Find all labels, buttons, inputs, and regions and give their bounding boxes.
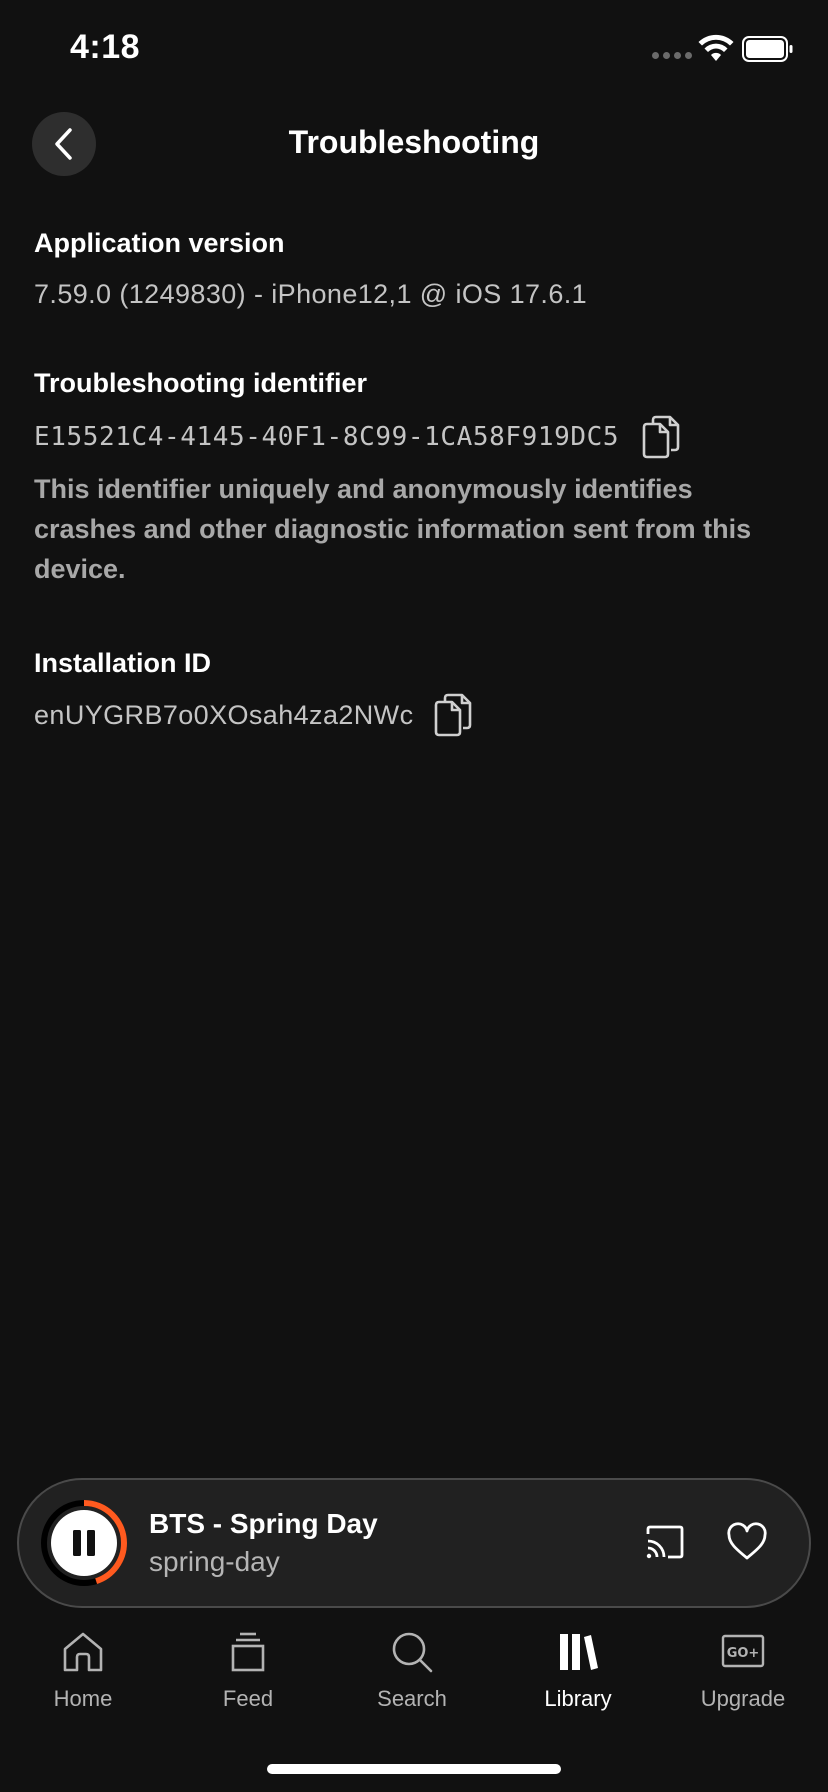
home-icon xyxy=(63,1632,103,1672)
installation-id-value: enUYGRB7o0XOsah4za2NWc xyxy=(34,699,414,730)
app-version-heading: Application version xyxy=(34,228,285,258)
pause-button[interactable] xyxy=(41,1500,127,1586)
tab-library[interactable]: Library xyxy=(508,1630,648,1712)
tab-label: Feed xyxy=(222,1686,274,1711)
troubleshooting-id-description: This identifier uniquely and anonymously… xyxy=(34,474,752,584)
mini-player[interactable]: BTS - Spring Day spring-day xyxy=(17,1478,811,1608)
installation-id-row: enUYGRB7o0XOsah4za2NWc xyxy=(34,693,794,737)
tab-upgrade[interactable]: GO+ Upgrade xyxy=(673,1630,813,1712)
app-version-section: Application version 7.59.0 (1249830) - i… xyxy=(34,228,794,310)
search-icon xyxy=(392,1632,433,1673)
copy-icon[interactable] xyxy=(431,693,473,737)
troubleshooting-id-section: Troubleshooting identifier E15521C4-4145… xyxy=(34,368,794,589)
troubleshooting-id-heading: Troubleshooting identifier xyxy=(34,368,367,398)
troubleshooting-id-row: E15521C4-4145-40F1-8C99-1CA58F919DC5 xyxy=(34,415,794,459)
tab-label: Home xyxy=(53,1686,113,1711)
troubleshooting-id-value: E15521C4-4145-40F1-8C99-1CA58F919DC5 xyxy=(34,422,620,452)
wifi-icon xyxy=(698,34,734,61)
copy-icon[interactable] xyxy=(639,415,681,459)
feed-icon xyxy=(231,1632,265,1672)
home-indicator xyxy=(267,1764,561,1774)
cast-icon[interactable] xyxy=(644,1524,686,1560)
battery-icon xyxy=(742,36,793,62)
upgrade-icon: GO+ xyxy=(721,1634,765,1668)
installation-id-heading: Installation ID xyxy=(34,648,212,678)
cellular-signal-icon xyxy=(652,52,692,59)
page-title: Troubleshooting xyxy=(288,124,540,160)
tab-label: Library xyxy=(544,1686,612,1711)
tab-search[interactable]: Search xyxy=(342,1630,482,1712)
status-time: 4:18 xyxy=(70,28,141,66)
library-icon xyxy=(560,1634,598,1670)
tab-home[interactable]: Home xyxy=(13,1630,153,1712)
tab-label: Upgrade xyxy=(700,1686,786,1711)
status-bar: 4:18 xyxy=(0,0,828,100)
app-version-value: 7.59.0 (1249830) - iPhone12,1 @ iOS 17.6… xyxy=(34,279,588,309)
track-subtitle: spring-day xyxy=(149,1546,280,1577)
tab-feed[interactable]: Feed xyxy=(178,1630,318,1712)
installation-id-section: Installation ID enUYGRB7o0XOsah4za2NWc xyxy=(34,648,794,737)
tab-label: Search xyxy=(377,1686,447,1711)
tab-bar: Home Feed Search Library GO+ Upgrade xyxy=(0,1630,828,1730)
svg-text:GO+: GO+ xyxy=(727,1646,760,1661)
troubleshooting-screen: 4:18 Troubleshooting Application version… xyxy=(0,0,828,1792)
track-title: BTS - Spring Day xyxy=(149,1508,378,1539)
heart-icon[interactable] xyxy=(726,1522,768,1562)
